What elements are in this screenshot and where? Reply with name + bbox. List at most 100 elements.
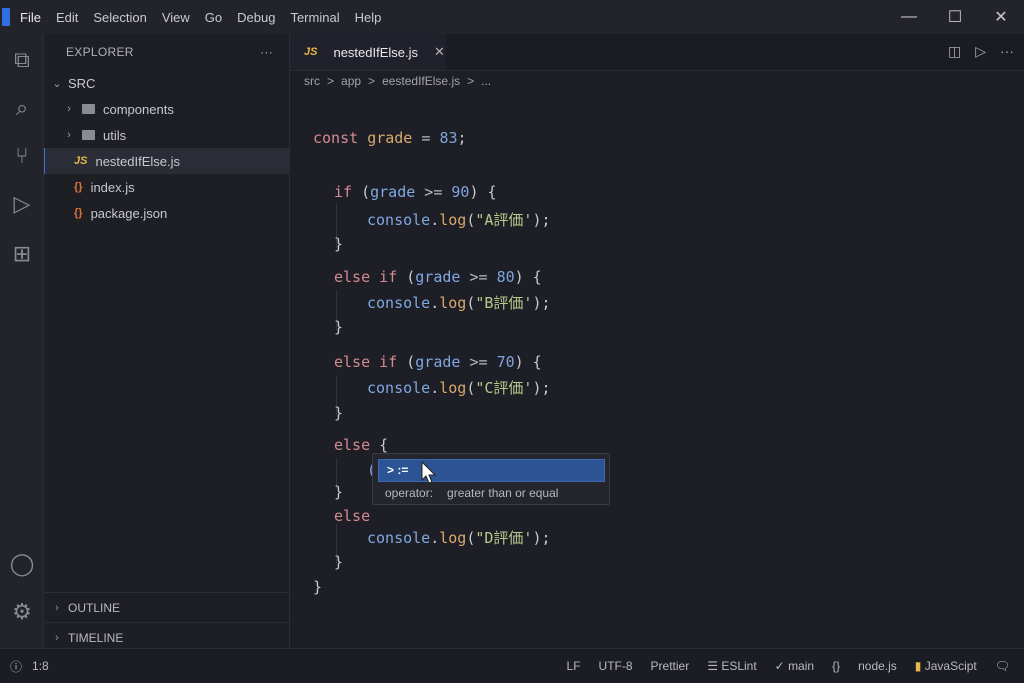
code-line: console.log("A評価');: [367, 209, 551, 231]
braces-icon[interactable]: {}: [832, 659, 840, 673]
close-window-button[interactable]: ✕: [978, 0, 1024, 34]
tree-item[interactable]: JSnestedIfElse.js: [44, 148, 289, 174]
js-file-icon: JS: [304, 46, 317, 58]
code-token: log: [439, 529, 466, 547]
branch-label: main: [788, 659, 814, 673]
code-token: 83: [439, 129, 457, 147]
editor-tabs: JS nestedIfElse.js ✕ ◫ ▷ ···: [290, 34, 1024, 70]
maximize-button[interactable]: ☐: [932, 0, 978, 34]
json-file-icon: {}: [74, 181, 83, 193]
menu-file[interactable]: File: [20, 10, 41, 25]
outline-panel[interactable]: ›OUTLINE: [44, 592, 290, 622]
code-token: >=: [415, 183, 451, 201]
tree-item-label: index.js: [91, 180, 135, 195]
code-token: (: [406, 268, 415, 286]
code-token: if: [334, 183, 361, 201]
menu-edit[interactable]: Edit: [56, 10, 78, 25]
code-token: }: [334, 553, 343, 571]
code-line: }: [334, 402, 343, 424]
tab-label: nestedIfElse.js: [333, 45, 418, 60]
breadcrumb-item[interactable]: ...: [481, 71, 491, 92]
run-debug-icon[interactable]: ▷: [8, 190, 36, 218]
tree-item[interactable]: ›components: [44, 96, 289, 122]
folder-label: SRC: [68, 76, 95, 91]
menu-debug[interactable]: Debug: [237, 10, 275, 25]
explorer-icon[interactable]: ⧉: [8, 46, 36, 74]
code-token: }: [334, 235, 343, 253]
folder-src[interactable]: ⌄ SRC: [44, 70, 289, 96]
extensions-icon[interactable]: ⊞: [8, 240, 36, 268]
language-indicator[interactable]: ▮ JavaScipt: [915, 659, 977, 673]
app-logo-icon: [2, 8, 10, 26]
breadcrumb-item[interactable]: eestedIfElse.js: [382, 71, 460, 92]
code-token: else: [334, 507, 370, 525]
search-icon[interactable]: ⌕: [8, 94, 36, 122]
tree-item[interactable]: {}package.json: [44, 200, 289, 226]
info-icon[interactable]: ⓘ: [10, 658, 22, 675]
menu-selection[interactable]: Selection: [93, 10, 146, 25]
explorer-sidebar: EXPLORER··· ⌄SRC ›components›utilsJSnest…: [44, 34, 290, 648]
runtime-indicator[interactable]: node.js: [858, 659, 897, 673]
explorer-title: EXPLORER: [66, 45, 134, 59]
code-token: }: [334, 404, 343, 422]
breadcrumb: src>app>eestedIfElse.js>...: [290, 70, 1024, 92]
code-line: else if (grade >= 70) {: [334, 351, 542, 373]
code-token: grade: [367, 129, 412, 147]
suggestion-detail: operator:greater than or equal: [385, 486, 558, 500]
menu-go[interactable]: Go: [205, 10, 222, 25]
tree-item-label: utils: [103, 128, 126, 143]
code-token: {: [379, 436, 388, 454]
code-token: console: [367, 379, 430, 397]
tab-nestedifelse[interactable]: JS nestedIfElse.js ✕: [290, 34, 446, 70]
code-token: log: [439, 379, 466, 397]
code-token: .: [430, 294, 439, 312]
code-token: .: [430, 529, 439, 547]
tree-item-label: nestedIfElse.js: [95, 154, 180, 169]
tree-item[interactable]: ›utils: [44, 122, 289, 148]
code-token: >=: [460, 268, 496, 286]
menu-view[interactable]: View: [162, 10, 190, 25]
status-bar: ⓘ 1:8 LF UTF-8 Prettier ☰ ESLint ✓ main …: [0, 648, 1024, 683]
cursor-position[interactable]: 1:8: [32, 659, 49, 673]
close-tab-icon[interactable]: ✕: [434, 44, 445, 60]
code-line: else: [334, 505, 370, 527]
check-icon: ✓: [775, 659, 788, 673]
code-token: );: [532, 211, 550, 229]
code-line: }: [334, 481, 343, 503]
chevron-right-icon: ›: [50, 602, 64, 614]
tree-item[interactable]: {} index.js: [44, 174, 289, 200]
code-line: }: [334, 316, 343, 338]
formatter-indicator[interactable]: Prettier: [651, 659, 690, 673]
suggestion-item[interactable]: > :=: [378, 459, 605, 482]
breadcrumb-item[interactable]: app: [341, 71, 361, 92]
code-token: console: [367, 211, 430, 229]
code-token: }: [334, 483, 343, 501]
more-actions-button[interactable]: ···: [260, 45, 273, 59]
breadcrumb-item[interactable]: src: [304, 71, 320, 92]
settings-gear-icon[interactable]: ⚙: [8, 598, 36, 626]
code-token: (: [406, 353, 415, 371]
feedback-icon[interactable]: 🗨: [995, 659, 1010, 673]
menu-terminal[interactable]: Terminal: [290, 10, 339, 25]
menu-help[interactable]: Help: [355, 10, 382, 25]
folder-icon: [82, 130, 95, 140]
source-control-icon[interactable]: ⑂: [8, 142, 36, 170]
eol-indicator[interactable]: LF: [567, 659, 581, 673]
minimize-button[interactable]: —: [886, 0, 932, 34]
branch-indicator[interactable]: ✓ main: [775, 659, 814, 673]
code-token: .: [430, 379, 439, 397]
code-editor[interactable]: const grade = 83;if (grade >= 90) {conso…: [290, 92, 1024, 648]
code-token: .: [430, 211, 439, 229]
language-label: JavaScipt: [925, 659, 977, 673]
more-actions-icon[interactable]: ···: [1000, 43, 1014, 60]
activity-bar: ⧉ ⌕ ⑂ ▷ ⊞ ◯ ⚙: [0, 34, 44, 648]
tree-item-label: package.json: [91, 206, 168, 221]
eslint-indicator[interactable]: ☰ ESLint: [707, 659, 756, 673]
split-editor-icon[interactable]: ◫: [948, 43, 961, 60]
run-icon[interactable]: ▷: [975, 43, 986, 60]
encoding-indicator[interactable]: UTF-8: [599, 659, 633, 673]
code-line: if (grade >= 90) {: [334, 181, 497, 203]
code-line: console.log("C評価');: [367, 377, 551, 399]
account-icon[interactable]: ◯: [8, 550, 36, 578]
chevron-down-icon: ⌄: [50, 77, 64, 90]
